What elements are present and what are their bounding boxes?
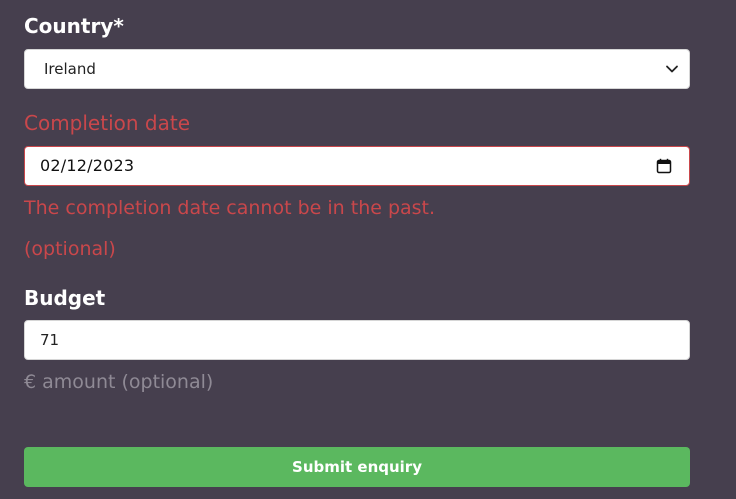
- completion-date-hint: (optional): [24, 238, 116, 260]
- completion-date-input[interactable]: 02/12/2023: [24, 146, 690, 186]
- budget-input[interactable]: 71: [24, 320, 690, 360]
- budget-label: Budget: [24, 286, 106, 310]
- country-label: Country*: [24, 14, 124, 38]
- completion-date-value: 02/12/2023: [40, 156, 135, 175]
- budget-value: 71: [40, 331, 60, 349]
- completion-date-error: The completion date cannot be in the pas…: [24, 197, 436, 219]
- completion-date-label: Completion date: [24, 111, 191, 135]
- calendar-icon[interactable]: [656, 158, 672, 174]
- budget-hint: € amount (optional): [24, 371, 214, 393]
- country-select[interactable]: Ireland: [24, 49, 690, 89]
- country-select-value: Ireland: [44, 60, 96, 78]
- submit-enquiry-button[interactable]: Submit enquiry: [24, 447, 690, 487]
- chevron-down-icon: [666, 65, 678, 73]
